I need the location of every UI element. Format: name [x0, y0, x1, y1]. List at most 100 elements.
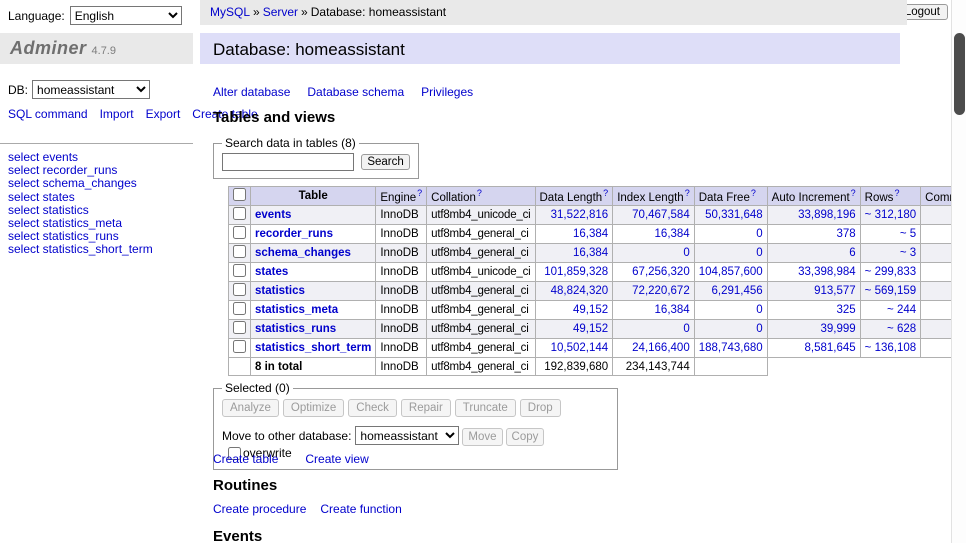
engine-cell: InnoDB	[376, 301, 427, 320]
auto-increment-link[interactable]: 33,398,984	[798, 266, 856, 278]
database-action-link[interactable]: Database schema	[307, 85, 404, 99]
selected-action-button[interactable]: Drop	[520, 399, 561, 417]
data-free-link[interactable]: 6,291,456	[712, 285, 763, 297]
rows-count-link[interactable]: ~ 136,108	[865, 342, 916, 354]
data-length-link[interactable]: 48,824,320	[551, 285, 609, 297]
sidebar-table-link[interactable]: select schema_changes	[8, 177, 153, 190]
auto-increment-link[interactable]: 325	[836, 304, 855, 316]
auto-increment-link[interactable]: 6	[849, 247, 855, 259]
routine-create-link[interactable]: Create procedure	[213, 502, 306, 516]
breadcrumb-server-link[interactable]: Server	[263, 5, 298, 19]
rows-count-link[interactable]: ~ 3	[900, 247, 916, 259]
index-length-link[interactable]: 24,166,400	[632, 342, 690, 354]
table-name-link[interactable]: states	[255, 266, 288, 278]
row-select-checkbox[interactable]	[233, 302, 246, 315]
index-length-link[interactable]: 67,256,320	[632, 266, 690, 278]
help-link[interactable]: ?	[751, 188, 756, 198]
rows-count-link[interactable]: ~ 628	[887, 323, 916, 335]
index-length-link[interactable]: 0	[683, 323, 689, 335]
data-length-link[interactable]: 16,384	[573, 247, 608, 259]
help-link[interactable]: ?	[477, 188, 482, 198]
auto-increment-link[interactable]: 33,898,196	[798, 209, 856, 221]
index-length-link[interactable]: 0	[683, 247, 689, 259]
row-select-checkbox[interactable]	[233, 264, 246, 277]
db-select[interactable]: homeassistant	[32, 80, 150, 99]
rows-count-link[interactable]: ~ 5	[900, 228, 916, 240]
sidebar-action-link[interactable]: Import	[100, 107, 134, 121]
routine-links: Create procedure Create function	[213, 502, 416, 516]
rows-count-link[interactable]: ~ 244	[887, 304, 916, 316]
selected-legend: Selected (0)	[222, 381, 293, 395]
table-name-link[interactable]: statistics_short_term	[255, 342, 371, 354]
breadcrumb-mysql-link[interactable]: MySQL	[210, 5, 250, 19]
table-name-link[interactable]: events	[255, 209, 291, 221]
sidebar-action-link[interactable]: Export	[146, 107, 181, 121]
row-select-checkbox[interactable]	[233, 226, 246, 239]
sidebar-table-link[interactable]: select statistics_short_term	[8, 243, 153, 256]
rows-count-link[interactable]: ~ 312,180	[865, 209, 916, 221]
selected-action-button[interactable]: Repair	[401, 399, 451, 417]
move-button[interactable]: Move	[462, 428, 502, 446]
data-length-link[interactable]: 10,502,144	[551, 342, 609, 354]
selected-action-button[interactable]: Truncate	[455, 399, 516, 417]
help-link[interactable]: ?	[685, 188, 690, 198]
index-length-link[interactable]: 72,220,672	[632, 285, 690, 297]
search-button[interactable]: Search	[361, 154, 409, 170]
auto-increment-link[interactable]: 39,999	[820, 323, 855, 335]
table-name-link[interactable]: recorder_runs	[255, 228, 333, 240]
sidebar-table-link[interactable]: select states	[8, 191, 153, 204]
auto-increment-link[interactable]: 8,581,645	[805, 342, 856, 354]
data-free-link[interactable]: 188,743,680	[699, 342, 763, 354]
help-link[interactable]: ?	[603, 188, 608, 198]
data-free-link[interactable]: 50,331,648	[705, 209, 763, 221]
data-length-link[interactable]: 49,152	[573, 323, 608, 335]
table-name-link[interactable]: schema_changes	[255, 247, 351, 259]
column-header-rows: Rows?	[860, 187, 920, 206]
collation-cell: utf8mb4_general_ci	[427, 301, 535, 320]
scrollbar-thumb[interactable]	[954, 33, 965, 115]
database-action-link[interactable]: Privileges	[421, 85, 473, 99]
index-length-link[interactable]: 70,467,584	[632, 209, 690, 221]
row-select-checkbox[interactable]	[233, 245, 246, 258]
selected-action-button[interactable]: Optimize	[283, 399, 344, 417]
auto-increment-link[interactable]: 378	[836, 228, 855, 240]
rows-count-link[interactable]: ~ 299,833	[865, 266, 916, 278]
data-free-link[interactable]: 0	[756, 304, 762, 316]
database-action-link[interactable]: Alter database	[213, 85, 290, 99]
sidebar-action-link[interactable]: SQL command	[8, 107, 88, 121]
index-length-link[interactable]: 16,384	[655, 304, 690, 316]
selected-action-button[interactable]: Check	[348, 399, 397, 417]
copy-button[interactable]: Copy	[506, 428, 545, 446]
move-db-select[interactable]: homeassistant	[355, 426, 459, 445]
row-select-checkbox[interactable]	[233, 283, 246, 296]
routine-create-link[interactable]: Create function	[320, 502, 401, 516]
auto-increment-link[interactable]: 913,577	[814, 285, 856, 297]
rows-count-link[interactable]: ~ 569,159	[865, 285, 916, 297]
language-select[interactable]: English	[70, 6, 182, 25]
data-length-link[interactable]: 101,859,328	[544, 266, 608, 278]
scrollbar[interactable]	[951, 0, 966, 543]
search-input[interactable]	[222, 153, 354, 171]
data-length-link[interactable]: 31,522,816	[551, 209, 609, 221]
row-select-checkbox[interactable]	[233, 321, 246, 334]
data-length-link[interactable]: 49,152	[573, 304, 608, 316]
row-select-checkbox[interactable]	[233, 340, 246, 353]
create-link[interactable]: Create table	[213, 452, 278, 466]
help-link[interactable]: ?	[851, 188, 856, 198]
select-all-checkbox[interactable]	[233, 188, 246, 201]
data-free-link[interactable]: 0	[756, 247, 762, 259]
data-free-link[interactable]: 104,857,600	[699, 266, 763, 278]
data-free-link[interactable]: 0	[756, 228, 762, 240]
selected-action-button[interactable]: Analyze	[222, 399, 279, 417]
help-link[interactable]: ?	[417, 188, 422, 198]
create-link[interactable]: Create view	[305, 452, 368, 466]
help-link[interactable]: ?	[894, 188, 899, 198]
data-length-link[interactable]: 16,384	[573, 228, 608, 240]
totals-data-length: 192,839,680	[535, 358, 613, 376]
table-name-link[interactable]: statistics_runs	[255, 323, 336, 335]
data-free-link[interactable]: 0	[756, 323, 762, 335]
table-name-link[interactable]: statistics_meta	[255, 304, 338, 316]
table-name-link[interactable]: statistics	[255, 285, 305, 297]
index-length-link[interactable]: 16,384	[655, 228, 690, 240]
row-select-checkbox[interactable]	[233, 207, 246, 220]
